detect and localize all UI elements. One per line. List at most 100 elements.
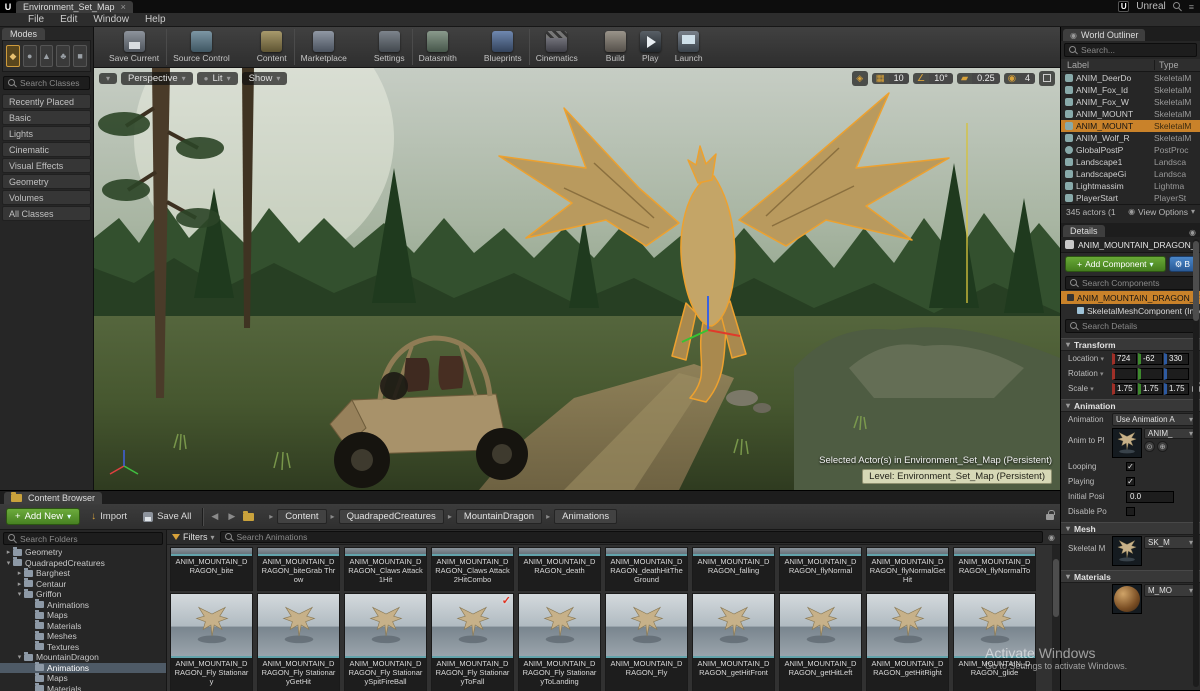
asset-tile[interactable]: ANIM_MOUNTAIN_DRAGON_flyNormalGet Hit [866, 547, 949, 591]
mode-category[interactable]: Geometry [2, 174, 91, 189]
eye-icon[interactable]: ◉ [1189, 228, 1196, 237]
breadcrumb-item[interactable]: QuadrapedCreatures [339, 509, 444, 524]
browse-to-asset-icon[interactable]: ⊙ [1144, 441, 1155, 452]
outliner-row[interactable]: ANIM_MOUNT SkeletalM [1061, 108, 1200, 120]
viewport-options-button[interactable]: ▾ [99, 73, 117, 84]
asset-tile[interactable]: ANIM_MOUNTAIN_DRAGON_biteGrab Throw [257, 547, 340, 591]
outliner-row[interactable]: ANIM_MOUNT SkeletalM [1061, 120, 1200, 132]
mode-category[interactable]: Lights [2, 126, 91, 141]
folder-tree-item[interactable]: Maps [0, 673, 166, 684]
expander-arrow-icon[interactable]: ▾ [15, 590, 24, 598]
toolbar-button[interactable]: Datasmith [412, 29, 469, 65]
search-folders-input[interactable] [20, 534, 158, 544]
level-tab[interactable]: Environment_Set_Map × [16, 1, 133, 13]
looping-checkbox[interactable]: ✓ [1126, 462, 1135, 471]
tab-world-outliner[interactable]: ◉ World Outliner [1063, 29, 1145, 41]
grid-snap-control[interactable]: ▦ 10 [872, 73, 909, 84]
folder-tree-item[interactable]: ▸ Barghest [0, 568, 166, 579]
tab-modes[interactable]: Modes [2, 28, 45, 40]
location-z-input[interactable] [1164, 353, 1189, 365]
folder-tree-item[interactable]: ▾ QuadrapedCreatures [0, 558, 166, 569]
toolbar-button[interactable]: Blueprints [477, 29, 529, 65]
outliner-row[interactable]: LandscapeGi Landsca [1061, 168, 1200, 180]
scale-z-input[interactable] [1164, 383, 1189, 395]
mode-category[interactable]: Cinematic [2, 142, 91, 157]
folder-tree-item[interactable]: Materials [0, 621, 166, 632]
menu-item[interactable]: File [20, 14, 52, 25]
details-scrollbar[interactable] [1193, 239, 1199, 687]
asset-tile[interactable]: ANIM_MOUNTAIN_DRAGON_getHitFront [692, 593, 775, 691]
paint-mode-icon[interactable]: ● [23, 45, 37, 67]
asset-scrollbar[interactable] [1052, 545, 1060, 691]
expander-arrow-icon[interactable]: ▾ [15, 653, 24, 661]
tab-details[interactable]: Details [1063, 225, 1105, 237]
use-selected-asset-icon[interactable]: ⊕ [1157, 441, 1168, 452]
toolbar-button[interactable]: Save Current [102, 29, 166, 65]
asset-tile[interactable]: ANIM_MOUNTAIN_DRAGON_flyNormal [779, 547, 862, 591]
close-tab-icon[interactable]: × [121, 2, 126, 12]
asset-tile[interactable]: ✓ ANIM_MOUNTAIN_DRAGON_Fly StationaryToF… [431, 593, 514, 691]
mesh-thumbnail[interactable] [1112, 536, 1142, 566]
scale-y-input[interactable] [1138, 383, 1163, 395]
folder-tree-item[interactable]: Animations [0, 663, 166, 674]
folder-tree-item[interactable]: ▸ Centaur [0, 579, 166, 590]
expander-arrow-icon[interactable]: ▸ [4, 548, 13, 556]
lock-icon[interactable] [1046, 514, 1054, 520]
initial-position-input[interactable] [1126, 491, 1174, 503]
search-icon[interactable] [1173, 2, 1182, 11]
mode-category[interactable]: Recently Placed [2, 94, 91, 109]
rotation-y-input[interactable] [1138, 368, 1163, 380]
folder-tree-item[interactable]: Maps [0, 610, 166, 621]
breadcrumb-item[interactable]: Animations [554, 509, 617, 524]
asset-tile[interactable]: ANIM_MOUNTAIN_DRAGON_Fly StationaryToLan… [518, 593, 601, 691]
back-button[interactable]: ◀ [209, 511, 220, 522]
viewport-scene[interactable] [94, 68, 1060, 490]
scale-snap-control[interactable]: ▰ 0.25 [957, 73, 1000, 84]
asset-tile[interactable]: ANIM_MOUNTAIN_DRAGON_falling [692, 547, 775, 591]
anim-thumbnail[interactable] [1112, 428, 1142, 458]
mode-category[interactable]: Visual Effects [2, 158, 91, 173]
asset-tile[interactable]: ANIM_MOUNTAIN_DRAGON_getHitRight [866, 593, 949, 691]
outliner-search-input[interactable] [1081, 45, 1192, 55]
playing-checkbox[interactable]: ✓ [1126, 477, 1135, 486]
column-label[interactable]: Label [1061, 60, 1154, 70]
toolbar-button[interactable]: Content [250, 29, 294, 65]
add-component-button[interactable]: + Add Component ▾ [1065, 256, 1166, 272]
add-new-button[interactable]: + Add New ▾ [6, 508, 80, 525]
search-classes-input[interactable] [20, 78, 85, 88]
folder-tree-item[interactable]: ▾ MountainDragon [0, 652, 166, 663]
view-settings-icon[interactable]: ◉ [1048, 533, 1055, 542]
asset-tile[interactable]: ANIM_MOUNTAIN_DRAGON_Fly Stationary [170, 593, 253, 691]
viewport[interactable]: ▾ Perspective▾ ● Lit▾ Show▾ ◈ ▦ 10 ∠ 10° [94, 68, 1060, 490]
breadcrumb-item[interactable]: MountainDragon [456, 509, 542, 524]
asset-tile[interactable]: ANIM_MOUNTAIN_DRAGON_Fly StationarySpitF… [344, 593, 427, 691]
section-materials[interactable]: ▾Materials [1061, 570, 1200, 583]
mode-category[interactable]: All Classes [2, 206, 91, 221]
section-animation[interactable]: ▾Animation [1061, 399, 1200, 412]
asset-tile[interactable]: ANIM_MOUNTAIN_DRAGON_deathHitThe Ground [605, 547, 688, 591]
asset-tile[interactable]: ANIM_MOUNTAIN_DRAGON_Claws Attack1Hit [344, 547, 427, 591]
expander-arrow-icon[interactable]: ▸ [15, 580, 24, 588]
outliner-row[interactable]: ANIM_DeerDo SkeletalM [1061, 72, 1200, 84]
surface-snapping-icon[interactable]: ◈ [852, 71, 868, 86]
import-button[interactable]: ↓ Import [86, 509, 132, 524]
section-transform[interactable]: ▾Transform [1061, 338, 1200, 351]
folder-tree-item[interactable]: Meshes [0, 631, 166, 642]
foliage-mode-icon[interactable]: ♣ [56, 45, 70, 67]
disable-post-checkbox[interactable] [1126, 507, 1135, 516]
place-mode-icon[interactable]: ◆ [6, 45, 20, 67]
search-components-input[interactable] [1082, 278, 1191, 288]
filters-button[interactable]: Filters ▾ [172, 532, 215, 542]
animation-mode-select[interactable]: Use Animation A▾ [1112, 413, 1197, 426]
material-thumbnail[interactable] [1112, 584, 1142, 614]
asset-tile[interactable]: ANIM_MOUNTAIN_DRAGON_Claws Attack2HitCom… [431, 547, 514, 591]
outliner-row[interactable]: GlobalPostP PostProc [1061, 144, 1200, 156]
lit-mode-button[interactable]: ● Lit▾ [197, 72, 238, 85]
asset-tile[interactable]: ANIM_MOUNTAIN_DRAGON_glide [953, 593, 1036, 691]
toolbar-button[interactable]: Launch [668, 29, 710, 65]
folder-tree-item[interactable]: Textures [0, 642, 166, 653]
component-root-row[interactable]: ANIM_MOUNTAIN_DRAGON_FlySta [1061, 291, 1200, 304]
anim-asset-select[interactable]: ANIM_▾ [1144, 428, 1197, 439]
tab-content-browser[interactable]: Content Browser [4, 492, 102, 504]
asset-tile[interactable]: ANIM_MOUNTAIN_DRAGON_death [518, 547, 601, 591]
